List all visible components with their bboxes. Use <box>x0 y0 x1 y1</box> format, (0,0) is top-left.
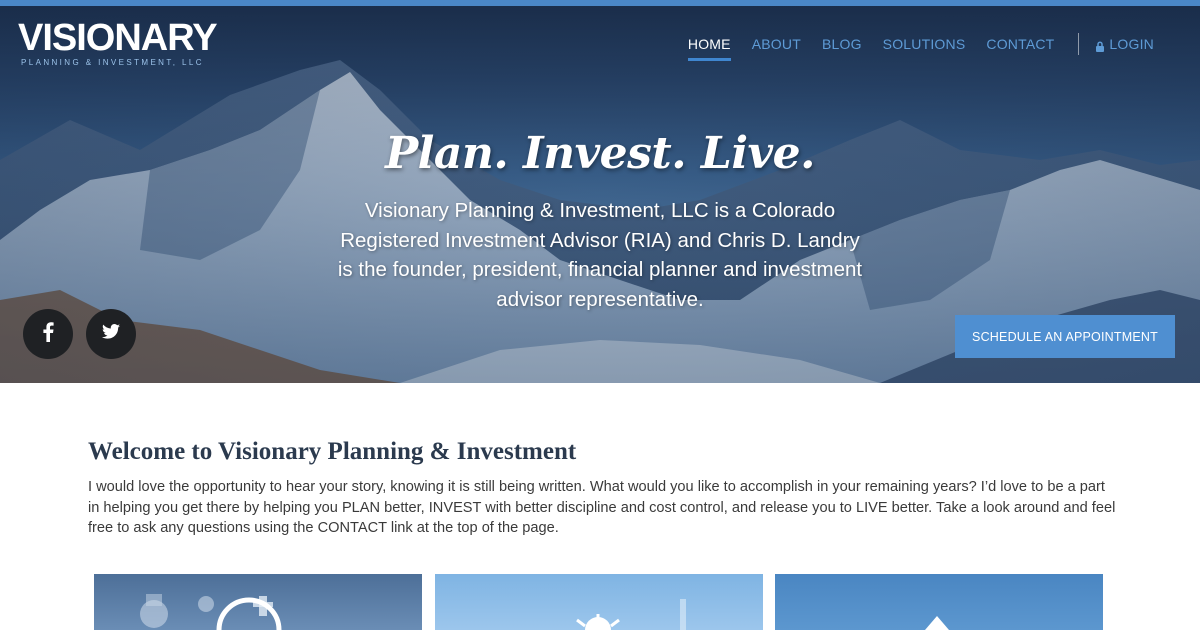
feature-card-plan[interactable] <box>94 574 422 630</box>
site-logo[interactable]: VISIONARY PLANNING & INVESTMENT, LLC <box>18 17 218 67</box>
facebook-button[interactable] <box>23 309 73 359</box>
schedule-appointment-button[interactable]: SCHEDULE AN APPOINTMENT <box>955 315 1175 358</box>
nav-item-solutions[interactable]: SOLUTIONS <box>883 36 966 52</box>
nav-item-about[interactable]: ABOUT <box>752 36 801 52</box>
lock-icon <box>1095 39 1105 52</box>
welcome-heading: Welcome to Visionary Planning & Investme… <box>88 438 577 465</box>
feature-card-live[interactable] <box>775 574 1103 630</box>
logo-wordmark: VISIONARY <box>18 17 218 59</box>
twitter-button[interactable] <box>86 309 136 359</box>
chess-pieces-image <box>140 594 282 630</box>
hero-description: Visionary Planning & Investment, LLC is … <box>337 199 863 311</box>
login-label: LOGIN <box>1109 36 1154 52</box>
facebook-icon <box>42 321 54 347</box>
twitter-icon <box>102 324 120 344</box>
logo-subtitle: PLANNING & INVESTMENT, LLC <box>21 58 204 67</box>
main-navigation: HOME ABOUT BLOG SOLUTIONS CONTACT LOGIN <box>667 33 1154 61</box>
feature-card-invest[interactable] <box>435 574 763 630</box>
welcome-text: I would love the opportunity to hear you… <box>88 479 1116 536</box>
house-image <box>925 616 949 630</box>
hero-banner: VISIONARY PLANNING & INVESTMENT, LLC HOM… <box>0 0 1200 383</box>
login-link[interactable]: LOGIN <box>1095 36 1154 52</box>
hero-tagline: Plan. Invest. Live. <box>385 128 815 179</box>
nav-item-blog[interactable]: BLOG <box>822 36 862 52</box>
nav-item-contact[interactable]: CONTACT <box>986 36 1054 52</box>
nav-divider <box>1078 33 1080 55</box>
top-accent-bar <box>0 0 1200 6</box>
nav-item-home[interactable]: HOME <box>687 36 731 61</box>
lightbulb-image <box>576 599 686 630</box>
